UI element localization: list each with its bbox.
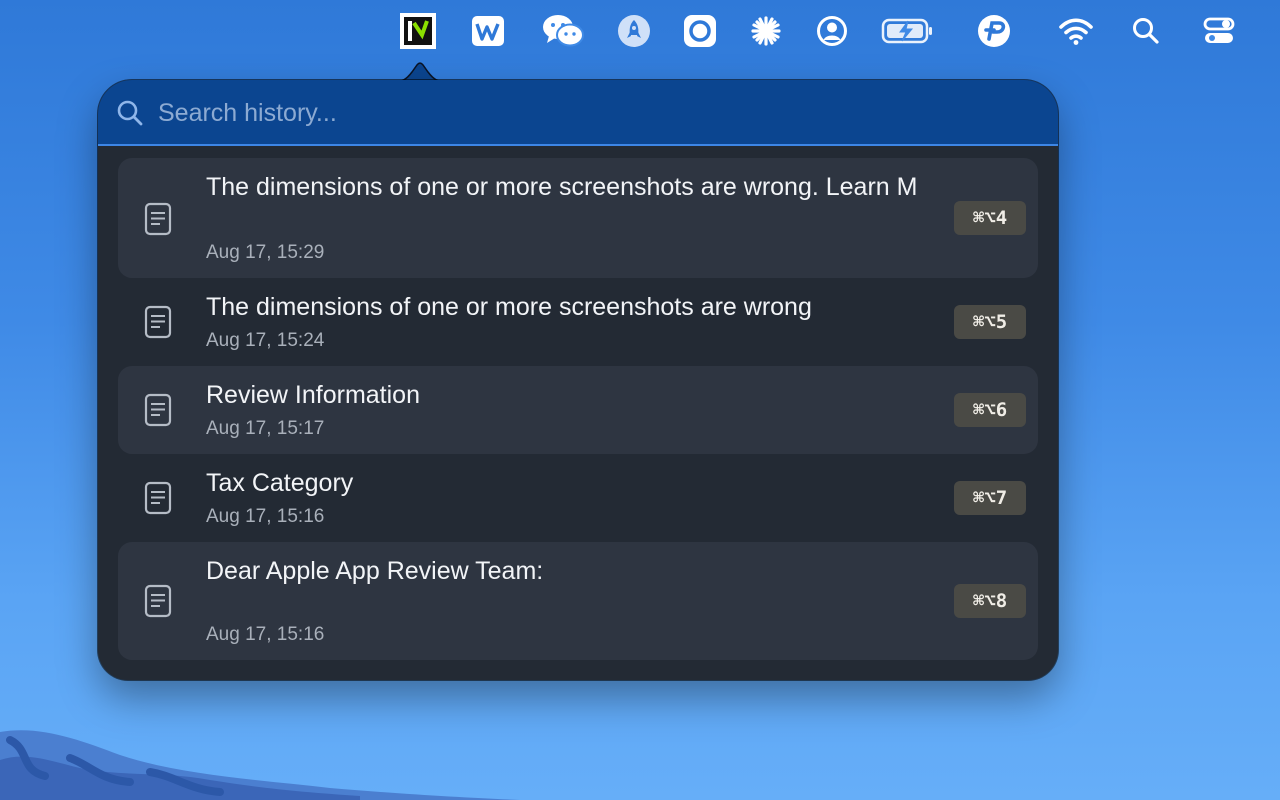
battery-charging-icon[interactable] bbox=[880, 13, 936, 49]
history-item-title: Dear Apple App Review Team: bbox=[206, 557, 544, 585]
history-item[interactable]: Dear Apple App Review Team: Aug 17, 15:1… bbox=[118, 542, 1038, 660]
shortcut-badge: ⌘⌥4 bbox=[954, 201, 1026, 235]
shortcut-badge: ⌘⌥6 bbox=[954, 393, 1026, 427]
history-item[interactable]: Review Information Aug 17, 15:17 ⌘⌥6 bbox=[118, 366, 1038, 454]
history-item-date: Aug 17, 15:24 bbox=[206, 330, 325, 351]
pasteapp-icon[interactable] bbox=[400, 13, 436, 49]
spotlight-search-icon[interactable] bbox=[1128, 13, 1164, 49]
history-item[interactable]: Tax Category Aug 17, 15:16 ⌘⌥7 bbox=[118, 454, 1038, 542]
history-item-date: Aug 17, 15:17 bbox=[206, 418, 325, 439]
shortcut-badge: ⌘⌥8 bbox=[954, 584, 1026, 618]
history-item[interactable]: The dimensions of one or more screenshot… bbox=[118, 158, 1038, 278]
document-icon bbox=[144, 393, 172, 427]
screenshot-icon[interactable] bbox=[682, 13, 718, 49]
search-input[interactable] bbox=[156, 94, 1020, 132]
control-center-icon[interactable] bbox=[1201, 13, 1237, 49]
history-item-date: Aug 17, 15:16 bbox=[206, 624, 325, 645]
history-item[interactable]: The dimensions of one or more screenshot… bbox=[118, 278, 1038, 366]
clipboard-history-popover: The dimensions of one or more screenshot… bbox=[98, 80, 1058, 680]
menu-bar bbox=[0, 0, 1280, 62]
wallpaper-hills bbox=[0, 730, 520, 800]
wps-office-icon[interactable] bbox=[470, 13, 506, 49]
user-account-icon[interactable] bbox=[814, 13, 850, 49]
history-item-title: Review Information bbox=[206, 381, 420, 409]
history-item-date: Aug 17, 15:29 bbox=[206, 242, 325, 263]
rocket-icon[interactable] bbox=[616, 13, 652, 49]
wechat-icon[interactable] bbox=[542, 13, 584, 49]
history-item-title: The dimensions of one or more screenshot… bbox=[206, 173, 918, 201]
shortcut-badge: ⌘⌥7 bbox=[954, 481, 1026, 515]
history-item-date: Aug 17, 15:16 bbox=[206, 506, 325, 527]
history-item-title: Tax Category bbox=[206, 469, 354, 497]
document-icon bbox=[144, 481, 172, 515]
asterisk-icon[interactable] bbox=[748, 13, 784, 49]
history-list: The dimensions of one or more screenshot… bbox=[118, 158, 1038, 660]
parallels-icon[interactable] bbox=[976, 13, 1012, 49]
search-icon bbox=[117, 100, 143, 126]
history-item-title: The dimensions of one or more screenshot… bbox=[206, 293, 812, 321]
document-icon bbox=[144, 584, 172, 618]
wifi-icon[interactable] bbox=[1058, 13, 1094, 49]
shortcut-badge: ⌘⌥5 bbox=[954, 305, 1026, 339]
document-icon bbox=[144, 305, 172, 339]
document-icon bbox=[144, 202, 172, 236]
search-bar bbox=[98, 80, 1058, 146]
